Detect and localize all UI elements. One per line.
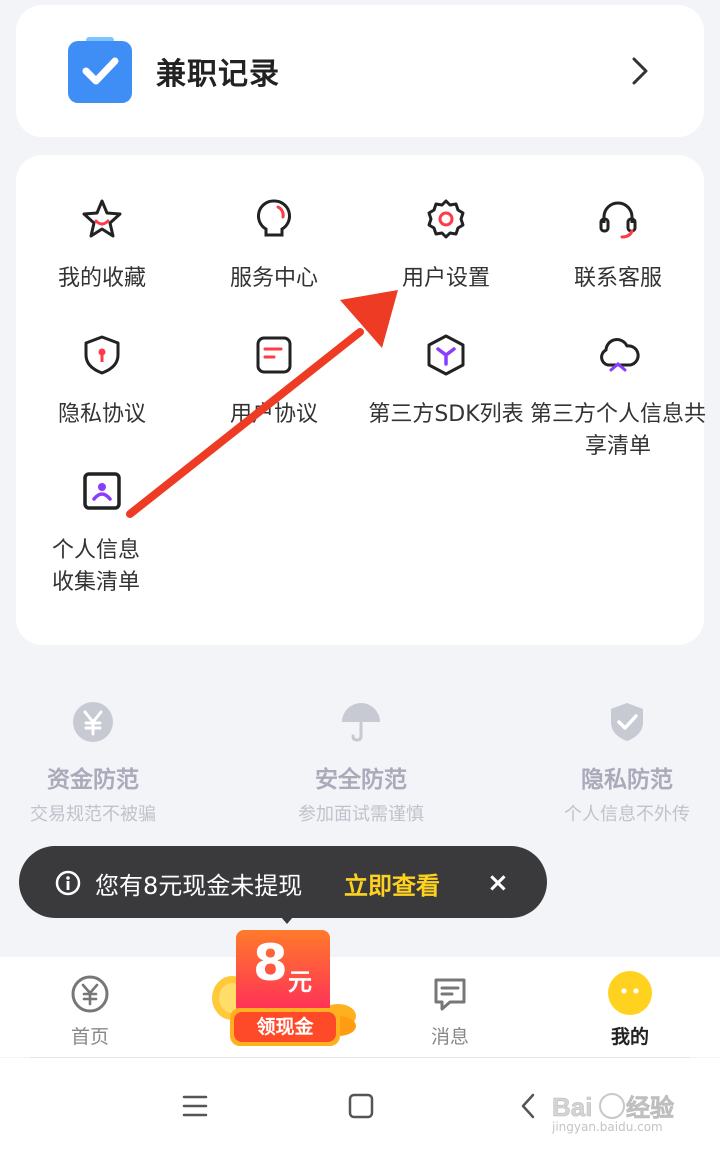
yuan-circle-icon	[71, 975, 109, 1013]
menu-item-label: 用户设置	[401, 266, 490, 291]
safety-subtitle: 个人信息不外传	[564, 804, 690, 825]
menu-icon[interactable]	[182, 1094, 208, 1118]
safety-subtitle: 交易规范不被骗	[30, 804, 156, 825]
menu-item-label: 服务中心	[229, 266, 318, 291]
bulb-icon	[256, 199, 292, 237]
tab-home[interactable]: 首页	[30, 974, 150, 1049]
safety-title: 安全防范	[315, 767, 407, 793]
view-now-link[interactable]: 立即查看	[344, 866, 440, 901]
menu-item-label: 隐私协议	[57, 402, 146, 427]
claim-cash-button[interactable]: 领现金	[232, 1010, 338, 1044]
record-title: 兼职记录	[156, 57, 280, 92]
svg-text:经验: 经验	[626, 1094, 674, 1122]
info-icon	[55, 870, 81, 896]
gear-icon	[427, 199, 465, 239]
menu-item-label: 联系客服	[573, 266, 662, 291]
tab-mine[interactable]: 我的	[570, 970, 690, 1049]
chevron-right-icon[interactable]	[626, 55, 654, 87]
safety-security: 安全防范 参加面试需谨慎	[261, 700, 461, 826]
menu-item-info-sharing-list[interactable]: 第三方个人信息共享清单	[530, 333, 706, 463]
watermark-url: jingyan.baidu.com	[552, 1120, 663, 1134]
back-icon[interactable]	[518, 1092, 538, 1120]
menu-item-service-center[interactable]: 服务中心	[188, 197, 360, 295]
svg-text:Bai: Bai	[552, 1092, 592, 1122]
safety-privacy: 隐私防范 个人信息不外传	[527, 700, 720, 826]
menu-item-label: 个人信息收集清单	[52, 538, 141, 595]
document-icon	[256, 336, 292, 374]
toast-pointer	[275, 910, 299, 924]
star-icon	[82, 199, 122, 238]
menu-item-user-agreement[interactable]: 用户协议	[188, 333, 360, 431]
cash-amount: 8	[253, 934, 288, 992]
tab-label: 消息	[430, 1026, 469, 1048]
yuan-coin-icon	[73, 702, 113, 742]
tab-label: 首页	[70, 1026, 109, 1048]
menu-card: 我的收藏 服务中心 用户设置 联系客服 隐私协议 用户协议 第三方SDK列表 第…	[16, 155, 706, 645]
menu-item-favorites[interactable]: 我的收藏	[16, 197, 188, 295]
close-icon[interactable]: ×	[487, 868, 509, 898]
menu-item-info-collection-list[interactable]: 个人信息收集清单	[16, 469, 188, 599]
profile-card-icon	[83, 472, 121, 510]
home-square-icon[interactable]	[348, 1093, 374, 1119]
hexagon-icon	[427, 334, 465, 376]
menu-item-label: 第三方SDK列表	[368, 402, 524, 427]
tab-messages[interactable]: 消息	[390, 974, 510, 1049]
menu-item-sdk-list[interactable]: 第三方SDK列表	[360, 333, 532, 431]
shield-check-icon	[611, 703, 643, 741]
face-icon	[608, 971, 652, 1015]
menu-item-label: 第三方个人信息共享清单	[529, 402, 706, 459]
shield-lock-icon	[84, 335, 120, 375]
menu-item-customer-service[interactable]: 联系客服	[532, 197, 704, 295]
message-icon	[434, 978, 466, 1011]
umbrella-icon	[342, 703, 380, 742]
cash-unit: 元	[288, 968, 312, 996]
baidu-jingyan-watermark: Bai 经验	[552, 1092, 674, 1123]
tab-label: 我的	[610, 1026, 649, 1048]
menu-item-label: 我的收藏	[57, 266, 146, 291]
safety-subtitle: 参加面试需谨慎	[298, 804, 424, 825]
safety-title: 隐私防范	[581, 767, 673, 793]
safety-fund: 资金防范 交易规范不被骗	[0, 700, 193, 826]
checkbox-icon	[68, 37, 132, 103]
menu-item-user-settings[interactable]: 用户设置	[360, 197, 532, 295]
menu-item-privacy-agreement[interactable]: 隐私协议	[16, 333, 188, 431]
cloud-icon	[600, 338, 640, 372]
toast-message: 您有8元现金未提现	[95, 872, 303, 900]
cash-reminder-toast: 您有8元现金未提现 立即查看 ×	[19, 846, 547, 918]
safety-title: 资金防范	[47, 767, 139, 793]
record-card[interactable]: 兼职记录	[16, 5, 704, 137]
menu-item-label: 用户协议	[229, 402, 318, 427]
headset-icon	[599, 201, 637, 239]
